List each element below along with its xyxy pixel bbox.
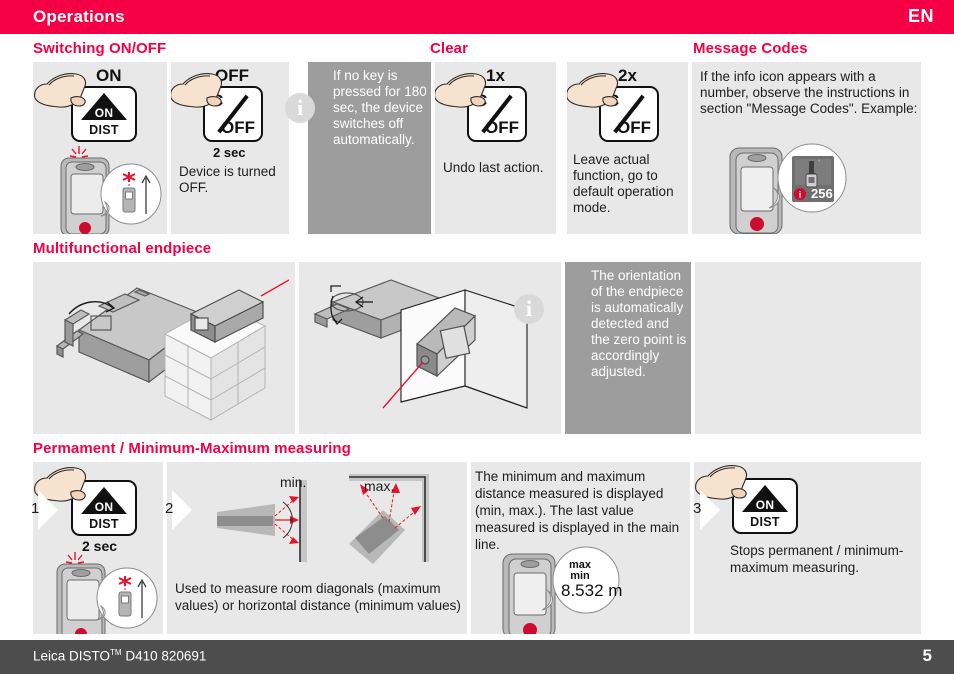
panel-step-1: ON DIST 2 sec [33, 462, 163, 634]
key-glyph-dist: DIST [89, 517, 119, 531]
section-heading-switching: Switching ON/OFF [33, 40, 167, 57]
key-glyph-off: OFF [485, 118, 519, 137]
info-text-endpiece: The orientation of the endpiece is autom… [591, 268, 687, 379]
page-header: Operations EN [0, 0, 954, 34]
device-laser-on-illustration [60, 146, 162, 234]
svg-text:256: 256 [811, 186, 833, 201]
info-text-autooff: If no key is pressed for 180 sec, the de… [333, 68, 427, 147]
panel-minmax-info: The minimum and maximum distance measure… [471, 462, 690, 634]
section-heading-permanent: Permament / Minimum-Maximum measuring [33, 440, 351, 457]
language-indicator: EN [907, 6, 934, 26]
key-glyph-dist: DIST [89, 123, 119, 137]
key-glyph-on: ON [755, 498, 775, 512]
key-glyph-on: ON [94, 500, 114, 514]
device-laser-on-illustration [56, 552, 158, 634]
endpiece-flip-illustration [55, 279, 289, 421]
step-chevron [38, 490, 58, 530]
key-glyph-off: OFF [221, 118, 255, 137]
caption-undo: Undo last action. [443, 160, 544, 175]
panel-switch-on: ON ON DIST [33, 62, 167, 234]
panel-step-3: ON DIST Stops permanent / minimum-maximu… [694, 462, 921, 634]
panel-info-gutter [289, 62, 308, 234]
caption-device-off: Device is turned OFF. [179, 164, 276, 195]
page-title: Operations [33, 7, 125, 26]
svg-text:8.532 m: 8.532 m [561, 581, 622, 600]
page-footer: Leica DISTOTM D410 820691 5 [0, 640, 954, 674]
device-display-illustration: max min 8.532 m [502, 546, 622, 634]
footer-trademark: TM [110, 648, 122, 657]
min-max-diagram [217, 474, 429, 564]
text-message-codes: If the info icon appears with a number, … [700, 69, 918, 116]
info-icon: i [514, 294, 544, 324]
panel-endpiece-empty [695, 262, 921, 434]
step-chevron [172, 490, 192, 530]
key-glyph-off: OFF [617, 118, 651, 137]
panel-info-endpiece: The orientation of the endpiece is autom… [565, 262, 691, 434]
panel-message-codes: If the info icon appears with a number, … [692, 62, 921, 234]
page-number: 5 [922, 646, 932, 665]
pressing-hand-icon [567, 73, 619, 108]
key-label-on: ON [96, 66, 122, 85]
pressing-hand-icon [435, 73, 487, 108]
info-icon: i [285, 93, 315, 123]
caption-step-3: Stops permanent / minimum-maximum measur… [730, 543, 904, 575]
footer-text: Leica DISTOTM D410 820691 [33, 648, 206, 664]
panel-clear-2x: 2x C OFF Leave actual function, go to de… [567, 62, 688, 234]
hold-time-label: 2 sec [213, 145, 246, 160]
step-number-1: 1 [31, 500, 40, 517]
pressing-hand-icon [34, 73, 87, 108]
step-number-3: 3 [693, 500, 702, 517]
panel-endpiece-flip [33, 262, 295, 434]
panel-endpiece-corner [299, 262, 561, 434]
label-max: max. [364, 478, 395, 494]
label-min: min. [280, 474, 307, 490]
section-heading-message-codes: Message Codes [693, 40, 808, 57]
step-number-2: 2 [165, 500, 174, 517]
section-heading-clear: Clear [430, 40, 469, 57]
pressing-hand-icon [171, 73, 223, 108]
panel-info-autooff: If no key is pressed for 180 sec, the de… [308, 62, 431, 234]
panel-step-2: min. max. Used to measure room diagonals… [167, 462, 467, 634]
key-glyph-dist: DIST [750, 515, 780, 529]
device-message-code-illustration: ° i 256 [729, 143, 847, 234]
key-glyph-on: ON [94, 106, 114, 120]
panel-switch-off: OFF C OFF 2 sec Device is turned OFF. [171, 62, 289, 234]
footer-text-model: D410 820691 [121, 648, 207, 664]
caption-step-2: Used to measure room diagonals (maximum … [175, 581, 461, 613]
step-chevron [700, 490, 720, 530]
panel-clear-1x: 1x C OFF Undo last action. [435, 62, 556, 234]
caption-leave-function: Leave actual function, go to default ope… [573, 152, 674, 215]
footer-text-main: Leica DISTO [33, 648, 111, 664]
section-heading-endpiece: Multifunctional endpiece [33, 240, 212, 257]
device-in-corner-illustration [313, 279, 528, 409]
